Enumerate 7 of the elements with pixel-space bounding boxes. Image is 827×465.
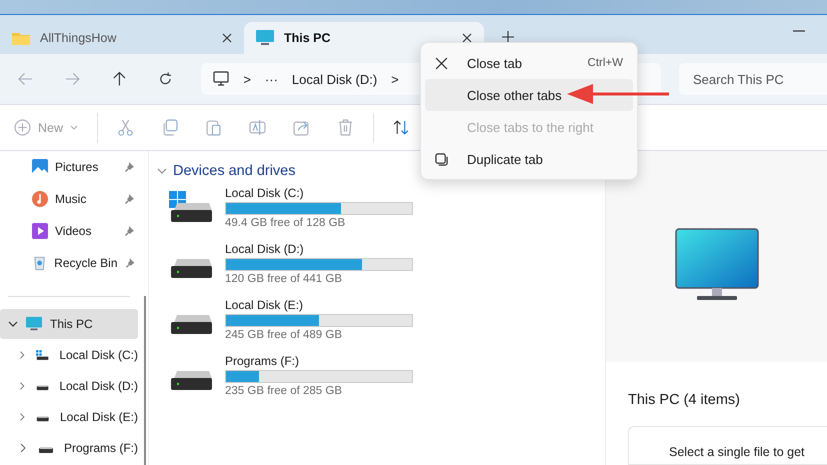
shortcut-text: Ctrl+W xyxy=(588,57,623,69)
details-title: This PC (4 items) xyxy=(628,392,741,408)
free-space-text: 245 GB free of 489 GB xyxy=(225,328,343,340)
free-space-text: 49.4 GB free of 128 GB xyxy=(225,216,346,228)
details-hint: Select a single file to get xyxy=(669,444,804,459)
free-space-text: 120 GB free of 441 GB xyxy=(225,272,343,284)
free-space-text: 235 GB free of 285 GB xyxy=(225,384,343,396)
